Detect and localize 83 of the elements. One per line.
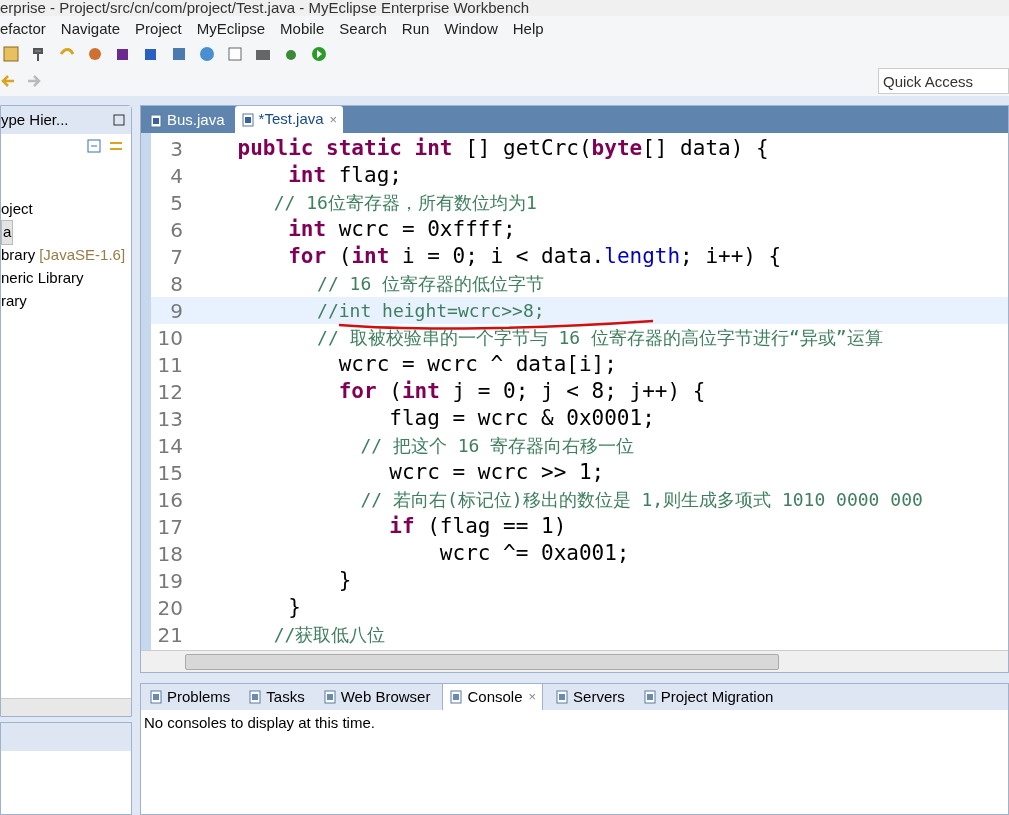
menu-item[interactable]: efactor <box>0 17 46 41</box>
menu-item[interactable]: Navigate <box>60 17 121 41</box>
line-number: 8 <box>169 270 184 298</box>
code-line: // 16位寄存器，所有数位均为1 <box>272 191 537 215</box>
view-icon <box>449 690 464 704</box>
line-number: 15 <box>156 459 184 487</box>
tab[interactable]: Tasks <box>242 684 311 710</box>
tab[interactable]: Web Browser <box>316 684 437 710</box>
code-line: wcrc = wcrc ^ data[i]; <box>337 351 617 378</box>
code-line: wcrc ^= 0xa001; <box>438 540 630 567</box>
code-line: int flag; <box>287 162 402 189</box>
tab[interactable]: Servers <box>549 684 631 710</box>
tree-item[interactable]: neric Library <box>1 267 84 290</box>
code-line: // 把这个 16 寄存器向右移一位 <box>359 434 635 458</box>
line-number: 13 <box>156 405 184 433</box>
code-line: flag = wcrc & 0x0001; <box>388 405 655 432</box>
line-number: 20 <box>156 594 184 622</box>
code-line: } <box>287 594 301 621</box>
line-number: 12 <box>156 378 184 406</box>
run-icon[interactable] <box>310 45 328 63</box>
menu-item[interactable]: MyEclipse <box>196 17 266 41</box>
view-icon <box>149 690 163 704</box>
line-number: 9 <box>169 297 184 325</box>
maximize-icon[interactable] <box>113 114 125 126</box>
code-line: } <box>337 567 352 594</box>
line-number: 19 <box>156 567 184 595</box>
menu-item[interactable]: Mobile <box>280 17 325 41</box>
code-line: if (flag == 1) <box>388 513 567 540</box>
line-number: 18 <box>156 540 184 568</box>
close-icon[interactable]: × <box>329 109 338 130</box>
toolbar-icon[interactable] <box>2 45 20 63</box>
line-number: 11 <box>156 351 184 379</box>
java-file-icon <box>240 112 255 127</box>
code-line: // 取被校验串的一个字节与 16 位寄存器的高位字节进行“异或”运算 <box>316 326 883 350</box>
close-icon[interactable]: × <box>528 687 537 707</box>
tab[interactable]: Console × <box>442 684 544 710</box>
code-line: //int height=wcrc>>8; <box>187 297 545 324</box>
menu-item[interactable]: Window <box>444 17 498 41</box>
view-icon <box>555 690 570 704</box>
arrow-icon[interactable] <box>0 73 16 89</box>
code-line: // 16 位寄存器的低位字节 <box>316 272 545 296</box>
code-line: wcrc = wcrc >> 1; <box>388 459 605 486</box>
view-icon <box>248 690 263 704</box>
code-line: //获取低八位 <box>272 623 386 647</box>
code-line: public static int [] getCrc(byte[] data) { <box>236 135 769 162</box>
line-number: 4 <box>169 162 184 190</box>
view-icon <box>642 690 657 704</box>
code-line: for (int j = 0; j < 8; j++) { <box>337 378 706 405</box>
line-number: 7 <box>169 243 184 271</box>
console-message: No consoles to display at this time. <box>143 713 376 733</box>
horizontal-scrollbar[interactable] <box>1 698 131 716</box>
tab[interactable]: Project Migration <box>636 684 780 710</box>
line-number: 5 <box>169 189 184 217</box>
line-number: 17 <box>156 513 184 541</box>
tree-item[interactable]: a <box>1 220 14 245</box>
tree-item[interactable]: oject <box>1 198 33 221</box>
menu-item[interactable]: Project <box>135 17 182 41</box>
line-number: 21 <box>156 621 184 649</box>
globe-icon[interactable] <box>198 45 216 63</box>
line-number: 14 <box>156 432 184 460</box>
line-number: 10 <box>156 324 184 352</box>
tab[interactable]: Bus.java <box>143 108 231 133</box>
window-title: erprise - Project/src/cn/com/project/Test.java - MyEclipse Enterprise Workbench <box>0 0 530 16</box>
java-file-icon <box>149 113 163 128</box>
code-line: // 若向右(标记位)移出的数位是 1,则生成多项式 1010 0000 000 <box>359 488 923 512</box>
line-number: 6 <box>169 216 184 244</box>
tab[interactable]: *Test.java × <box>234 106 344 133</box>
code-line: for (int i = 0; i < data.length; i++) { <box>287 243 782 270</box>
menu-item[interactable]: Help <box>512 17 544 41</box>
tree-item[interactable]: rary <box>1 290 27 313</box>
arrow-icon[interactable] <box>26 73 42 89</box>
tree-item[interactable]: brary <box>1 244 36 267</box>
view-icon <box>322 690 337 704</box>
code-line: int wcrc = 0xffff; <box>287 216 516 243</box>
tab[interactable]: Problems <box>143 684 237 710</box>
line-number: 3 <box>169 135 184 163</box>
line-number: 16 <box>156 486 184 514</box>
menu-item[interactable]: Search <box>339 17 387 41</box>
quick-access-field[interactable]: Quick Access <box>878 68 1009 94</box>
tree-item-decoration: [JavaSE-1.6] <box>39 245 126 266</box>
collapse-icon[interactable] <box>87 139 101 153</box>
horizontal-scrollbar[interactable] <box>185 653 779 670</box>
menu-item[interactable]: Run <box>401 17 430 41</box>
